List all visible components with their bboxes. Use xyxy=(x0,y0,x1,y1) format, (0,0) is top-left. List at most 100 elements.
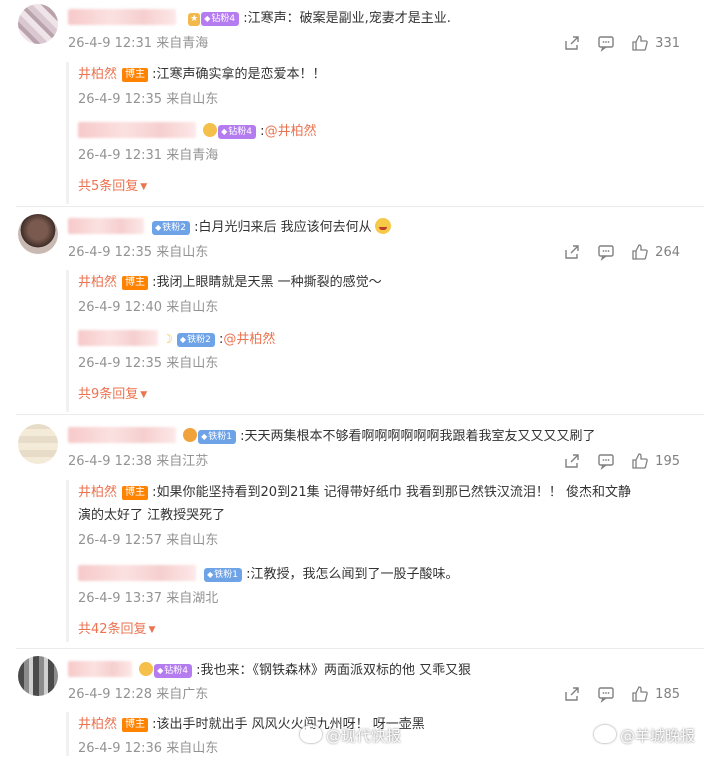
avatar[interactable] xyxy=(18,656,58,696)
host-tag: 博主 xyxy=(122,486,149,500)
comment-text: :白月光归来后 我应该何去何从 xyxy=(194,220,372,235)
comment-header: ◆钻粉4 :我也来：《钢铁森林》两面派双标的他 又乖又狠 xyxy=(68,661,471,680)
host-tag: 博主 xyxy=(122,68,149,82)
thumbs-up-icon xyxy=(632,453,648,469)
reply-meta: 26-4-9 12:36 来自山东 xyxy=(78,741,219,756)
reply-header: 井柏然 博主 :如果你能坚持看到20到21集 记得带好纸巾 我看到那已然铁汉流泪！… xyxy=(78,484,631,502)
reply-bar xyxy=(66,480,69,642)
fan-badge: ◆钻粉4 xyxy=(218,125,257,139)
host-tag: 博主 xyxy=(122,718,149,732)
reply-header: 井柏然 博主 :江寒声确实拿的是恋爱本！！ xyxy=(78,66,326,84)
share-icon[interactable] xyxy=(563,34,581,52)
fan-badge: ◆铁粉1 xyxy=(198,430,237,444)
fan-badge: ◆钻粉4 xyxy=(201,12,240,26)
comment-icon[interactable] xyxy=(597,452,615,470)
emoji-icon xyxy=(374,218,391,234)
comment-header: ◆铁粉2 :白月光归来后 我应该何去何从 xyxy=(68,218,391,237)
comment-meta: 26-4-9 12:35 来自山东 xyxy=(68,245,209,260)
avatar[interactable] xyxy=(18,214,58,254)
fan-badge: ★ xyxy=(188,13,201,26)
comment-meta: 26-4-9 12:28 来自广东 xyxy=(68,687,209,702)
share-icon[interactable] xyxy=(563,685,581,703)
comment-actions: 195 xyxy=(563,452,680,470)
chevron-down-icon: ▼ xyxy=(140,182,148,192)
reply-header: ◆铁粉1 :江教授，我怎么闻到了一股子酸味。 xyxy=(78,565,459,584)
comment-meta: 26-4-9 12:38 来自江苏 xyxy=(68,454,209,469)
comment-icon[interactable] xyxy=(597,243,615,261)
emoji-icon xyxy=(183,428,198,442)
weibo-logo-icon xyxy=(594,725,616,743)
reply-meta: 26-4-9 12:35 来自山东 xyxy=(78,356,219,371)
host-tag: 博主 xyxy=(122,276,149,290)
comment-header: ★ ◆钻粉4 :江寒声：破案是副业,宠妻才是主业. xyxy=(68,9,451,28)
reply-bar xyxy=(66,62,69,204)
comment-text: :江寒声：破案是副业,宠妻才是主业. xyxy=(243,11,451,26)
reply-header: ☽ ◆铁粉2 :@井柏然 xyxy=(78,330,275,349)
reply-meta: 26-4-9 12:57 来自山东 xyxy=(78,533,219,548)
view-more-replies[interactable]: 共9条回复 ▼ xyxy=(78,386,147,404)
host-name[interactable]: 井柏然 xyxy=(78,67,117,82)
thumbs-up-icon xyxy=(632,686,648,702)
reply-text: :如果你能坚持看到20到21集 记得带好纸巾 我看到那已然铁汉流泪！！ 俊杰和文… xyxy=(152,485,632,500)
comment-actions: 331 xyxy=(563,34,680,52)
host-name[interactable]: 井柏然 xyxy=(78,275,117,290)
comment-text: :我也来：《钢铁森林》两面派双标的他 又乖又狠 xyxy=(196,663,472,678)
avatar[interactable] xyxy=(18,4,58,44)
divider xyxy=(16,206,704,207)
reply-header: 井柏然 博主 :我闭上眼睛就是天黑 一种撕裂的感觉～ xyxy=(78,274,382,292)
comment-actions: 264 xyxy=(563,243,680,261)
comment-text: :天天两集根本不够看啊啊啊啊啊啊我跟着我室友又又又又刷了 xyxy=(240,429,596,444)
like-count: 264 xyxy=(655,244,680,260)
fan-badge: ◆铁粉1 xyxy=(204,568,243,582)
host-name[interactable]: 井柏然 xyxy=(78,485,117,500)
share-icon[interactable] xyxy=(563,243,581,261)
username-blurred[interactable] xyxy=(78,122,196,138)
comment-icon[interactable] xyxy=(597,685,615,703)
like-count: 195 xyxy=(655,453,680,469)
view-more-replies[interactable]: 共5条回复 ▼ xyxy=(78,178,147,196)
chevron-down-icon: ▼ xyxy=(140,390,148,400)
fan-badge: ◆铁粉2 xyxy=(176,333,215,347)
reply-header: ◆钻粉4 :@井柏然 xyxy=(78,122,317,141)
mention-link[interactable]: @井柏然 xyxy=(223,332,275,347)
host-name[interactable]: 井柏然 xyxy=(78,717,117,732)
watermark-left: @现代快报 xyxy=(300,725,401,746)
comment-header: ◆铁粉1 :天天两集根本不够看啊啊啊啊啊啊我跟着我室友又又又又刷了 xyxy=(68,427,596,446)
reply-meta: 26-4-9 13:37 来自湖北 xyxy=(78,591,219,606)
reply-meta: 26-4-9 12:40 来自山东 xyxy=(78,300,219,315)
reply-text: :江教授，我怎么闻到了一股子酸味。 xyxy=(246,567,459,582)
reply-meta: 26-4-9 12:31 来自青海 xyxy=(78,148,219,163)
thumbs-up-icon xyxy=(632,244,648,260)
comment-meta: 26-4-9 12:31 来自青海 xyxy=(68,36,209,51)
fan-badge: ◆铁粉2 xyxy=(152,221,191,235)
comment-icon[interactable] xyxy=(597,34,615,52)
chevron-down-icon: ▼ xyxy=(148,625,156,635)
like-button[interactable]: 195 xyxy=(631,452,680,470)
watermark-right: @羊城晚报 xyxy=(594,725,695,746)
divider xyxy=(16,648,704,649)
like-button[interactable]: 185 xyxy=(631,685,680,703)
username-blurred[interactable] xyxy=(68,427,176,443)
like-button[interactable]: 331 xyxy=(631,34,680,52)
avatar[interactable] xyxy=(18,424,58,464)
username-blurred[interactable] xyxy=(78,330,158,346)
view-more-replies[interactable]: 共42条回复 ▼ xyxy=(78,621,155,639)
emoji-icon xyxy=(139,662,154,676)
comment-actions: 185 xyxy=(563,685,680,703)
thumbs-up-icon xyxy=(632,35,648,51)
share-icon[interactable] xyxy=(563,452,581,470)
weibo-logo-icon xyxy=(300,725,322,743)
username-blurred[interactable] xyxy=(68,9,176,25)
reply-text: :我闭上眼睛就是天黑 一种撕裂的感觉～ xyxy=(152,275,382,290)
reply-bar xyxy=(66,712,69,756)
reply-meta: 26-4-9 12:35 来自山东 xyxy=(78,92,219,107)
like-button[interactable]: 264 xyxy=(631,243,680,261)
like-count: 331 xyxy=(655,35,680,51)
username-blurred[interactable] xyxy=(68,218,144,234)
username-blurred[interactable] xyxy=(78,565,196,581)
mention-link[interactable]: @井柏然 xyxy=(265,124,317,139)
like-count: 185 xyxy=(655,686,680,702)
reply-bar xyxy=(66,270,69,412)
emoji-icon xyxy=(203,123,218,137)
username-blurred[interactable] xyxy=(68,661,132,677)
